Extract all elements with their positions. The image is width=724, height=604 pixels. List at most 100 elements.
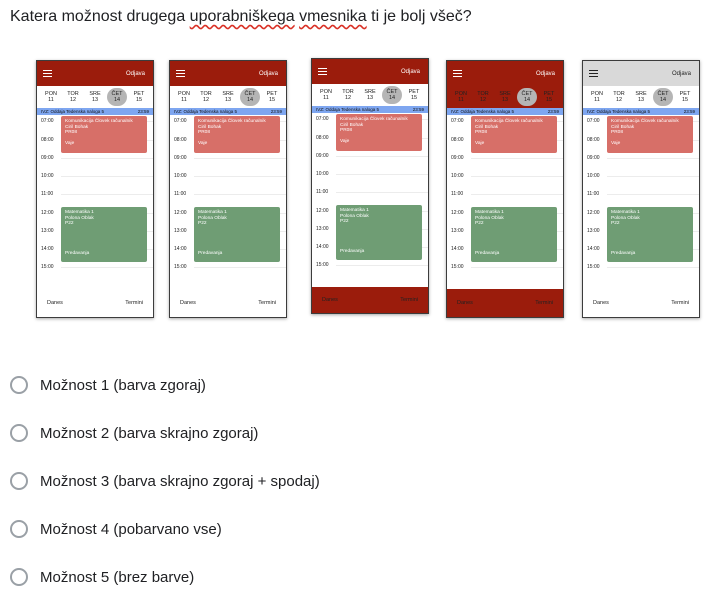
- day-number: 12: [615, 97, 623, 103]
- day-pon: PON 11: [587, 88, 607, 106]
- hour-label: 11:00: [41, 191, 54, 197]
- hamburger-menu-icon: [453, 70, 462, 77]
- day-čet: ČET 14: [240, 88, 260, 106]
- hamburger-menu-icon: [589, 70, 598, 77]
- hour-label: 13:00: [316, 226, 329, 232]
- event-line: Komunikacija Človek računalnik: [65, 119, 133, 124]
- appointments-label: Termini: [400, 297, 418, 303]
- day-selector: PON 11 TOR 12 SRE 13 ČET 14 PET 15: [170, 86, 286, 108]
- day-čet: ČET 14: [107, 88, 127, 106]
- hour-label: 09:00: [316, 153, 329, 159]
- event-type: Predavanja: [65, 251, 90, 257]
- schedule-grid: 07:00 08:00 09:00 10:00 11:00 12:00 13:00 14:00…: [37, 115, 153, 289]
- event-type: Vaje: [340, 138, 350, 144]
- day-number: 12: [344, 95, 352, 101]
- app-top-bar: Odjava: [447, 61, 563, 86]
- event-line: P22: [65, 221, 74, 227]
- hour-line: [607, 158, 699, 159]
- radio-icon[interactable]: [10, 376, 28, 394]
- day-selector: PON 11 TOR 12 SRE 13 ČET 14 PET 15: [37, 86, 153, 108]
- hour-label: 08:00: [316, 135, 329, 141]
- app-bottom-bar: Danes Termini: [37, 289, 153, 317]
- option-1[interactable]: Možnost 1 (barva zgoraj): [10, 373, 206, 397]
- day-number: 14: [659, 97, 667, 103]
- hour-line: [471, 194, 563, 195]
- option-3[interactable]: Možnost 3 (barva skrajno zgoraj + spodaj…: [10, 469, 320, 493]
- hour-label: 10:00: [41, 173, 54, 179]
- day-number: 14: [113, 97, 121, 103]
- day-number: 11: [48, 97, 54, 103]
- radio-icon[interactable]: [10, 472, 28, 490]
- logout-label: Odjava: [671, 70, 691, 77]
- day-pet: PET 15: [539, 88, 559, 106]
- day-number: 13: [91, 97, 99, 103]
- day-tor: TOR 12: [63, 88, 83, 106]
- hour-label: 10:00: [316, 171, 329, 177]
- radio-icon[interactable]: [10, 424, 28, 442]
- hour-label: 11:00: [587, 191, 600, 197]
- question-text-1: Katera možnost drugega: [10, 8, 190, 25]
- hour-line: [607, 194, 699, 195]
- hour-label: 15:00: [316, 262, 329, 268]
- event-type: Predavanja: [198, 251, 223, 257]
- option-2[interactable]: Možnost 2 (barva skrajno zgoraj): [10, 421, 258, 445]
- hour-label: 12:00: [174, 210, 187, 216]
- day-čet: ČET 14: [653, 88, 673, 106]
- event-line: PR08: [475, 130, 487, 136]
- app-top-bar: Odjava: [37, 61, 153, 86]
- day-number: 14: [388, 95, 396, 101]
- radio-icon[interactable]: [10, 520, 28, 538]
- hour-line: [336, 156, 428, 157]
- question-word-1: uporabniškega: [189, 8, 295, 25]
- app-bottom-bar: Danes Termini: [170, 289, 286, 317]
- day-number: 11: [181, 97, 187, 103]
- notice-time: 23:59: [683, 109, 695, 114]
- day-čet: ČET 14: [517, 88, 537, 106]
- hour-label: 12:00: [316, 208, 329, 214]
- notice-text: IVZ: Oddaja Tedenska naloga 5: [451, 109, 514, 114]
- day-pon: PON 11: [451, 88, 471, 106]
- hour-line: [194, 194, 286, 195]
- event-line: Komunikacija Človek računalnik: [475, 119, 543, 124]
- ui-mockups: Odjava PON 11 TOR 12 SRE 13 ČET 14 PET 15 IVZ: Odda…: [0, 56, 724, 318]
- hour-label: 07:00: [316, 116, 329, 122]
- hour-line: [336, 192, 428, 193]
- hour-label: 11:00: [451, 191, 464, 197]
- hour-line: [471, 267, 563, 268]
- option-label: Možnost 1 (barva zgoraj): [40, 376, 206, 394]
- event-card: Matematika 1 Polona Oblak P22 Predavanja: [194, 207, 280, 262]
- option-4[interactable]: Možnost 4 (pobarvano vse): [10, 517, 222, 541]
- radio-icon[interactable]: [10, 568, 28, 586]
- event-type: Vaje: [611, 140, 621, 146]
- hour-label: 08:00: [174, 137, 187, 143]
- app-bottom-bar: Danes Termini: [312, 287, 428, 313]
- option-5[interactable]: Možnost 5 (brez barve): [10, 565, 194, 589]
- day-number: 15: [545, 97, 553, 103]
- question-word-2: vmesnika: [299, 8, 367, 25]
- day-number: 13: [224, 97, 232, 103]
- notice-time: 23:59: [137, 109, 149, 114]
- day-pet: PET 15: [675, 88, 695, 106]
- day-number: 14: [246, 97, 254, 103]
- day-selector: PON 11 TOR 12 SRE 13 ČET 14 PET 15: [583, 86, 699, 108]
- hour-label: 15:00: [41, 264, 54, 270]
- hour-label: 11:00: [174, 191, 187, 197]
- event-type: Vaje: [475, 140, 485, 146]
- day-number: 11: [458, 97, 464, 103]
- hour-label: 14:00: [316, 244, 329, 250]
- hour-label: 11:00: [316, 189, 329, 195]
- day-sre: SRE 13: [631, 88, 651, 106]
- day-sre: SRE 13: [495, 88, 515, 106]
- hour-label: 13:00: [174, 228, 187, 234]
- event-line: PR08: [65, 130, 77, 136]
- day-selector: PON 11 TOR 12 SRE 13 ČET 14 PET 15: [312, 84, 428, 106]
- schedule-grid: 07:00 08:00 09:00 10:00 11:00 12:00 13:00 14:00…: [170, 115, 286, 289]
- day-number: 15: [268, 97, 276, 103]
- hamburger-menu-icon: [43, 70, 52, 77]
- appointments-label: Termini: [671, 300, 689, 306]
- deadline-notice: IVZ: Oddaja Tedenska naloga 5 23:59: [312, 106, 428, 113]
- notice-text: IVZ: Oddaja Tedenska naloga 5: [174, 109, 237, 114]
- notice-text: IVZ: Oddaja Tedenska naloga 5: [316, 107, 379, 112]
- hour-line: [194, 176, 286, 177]
- hour-label: 07:00: [174, 118, 187, 124]
